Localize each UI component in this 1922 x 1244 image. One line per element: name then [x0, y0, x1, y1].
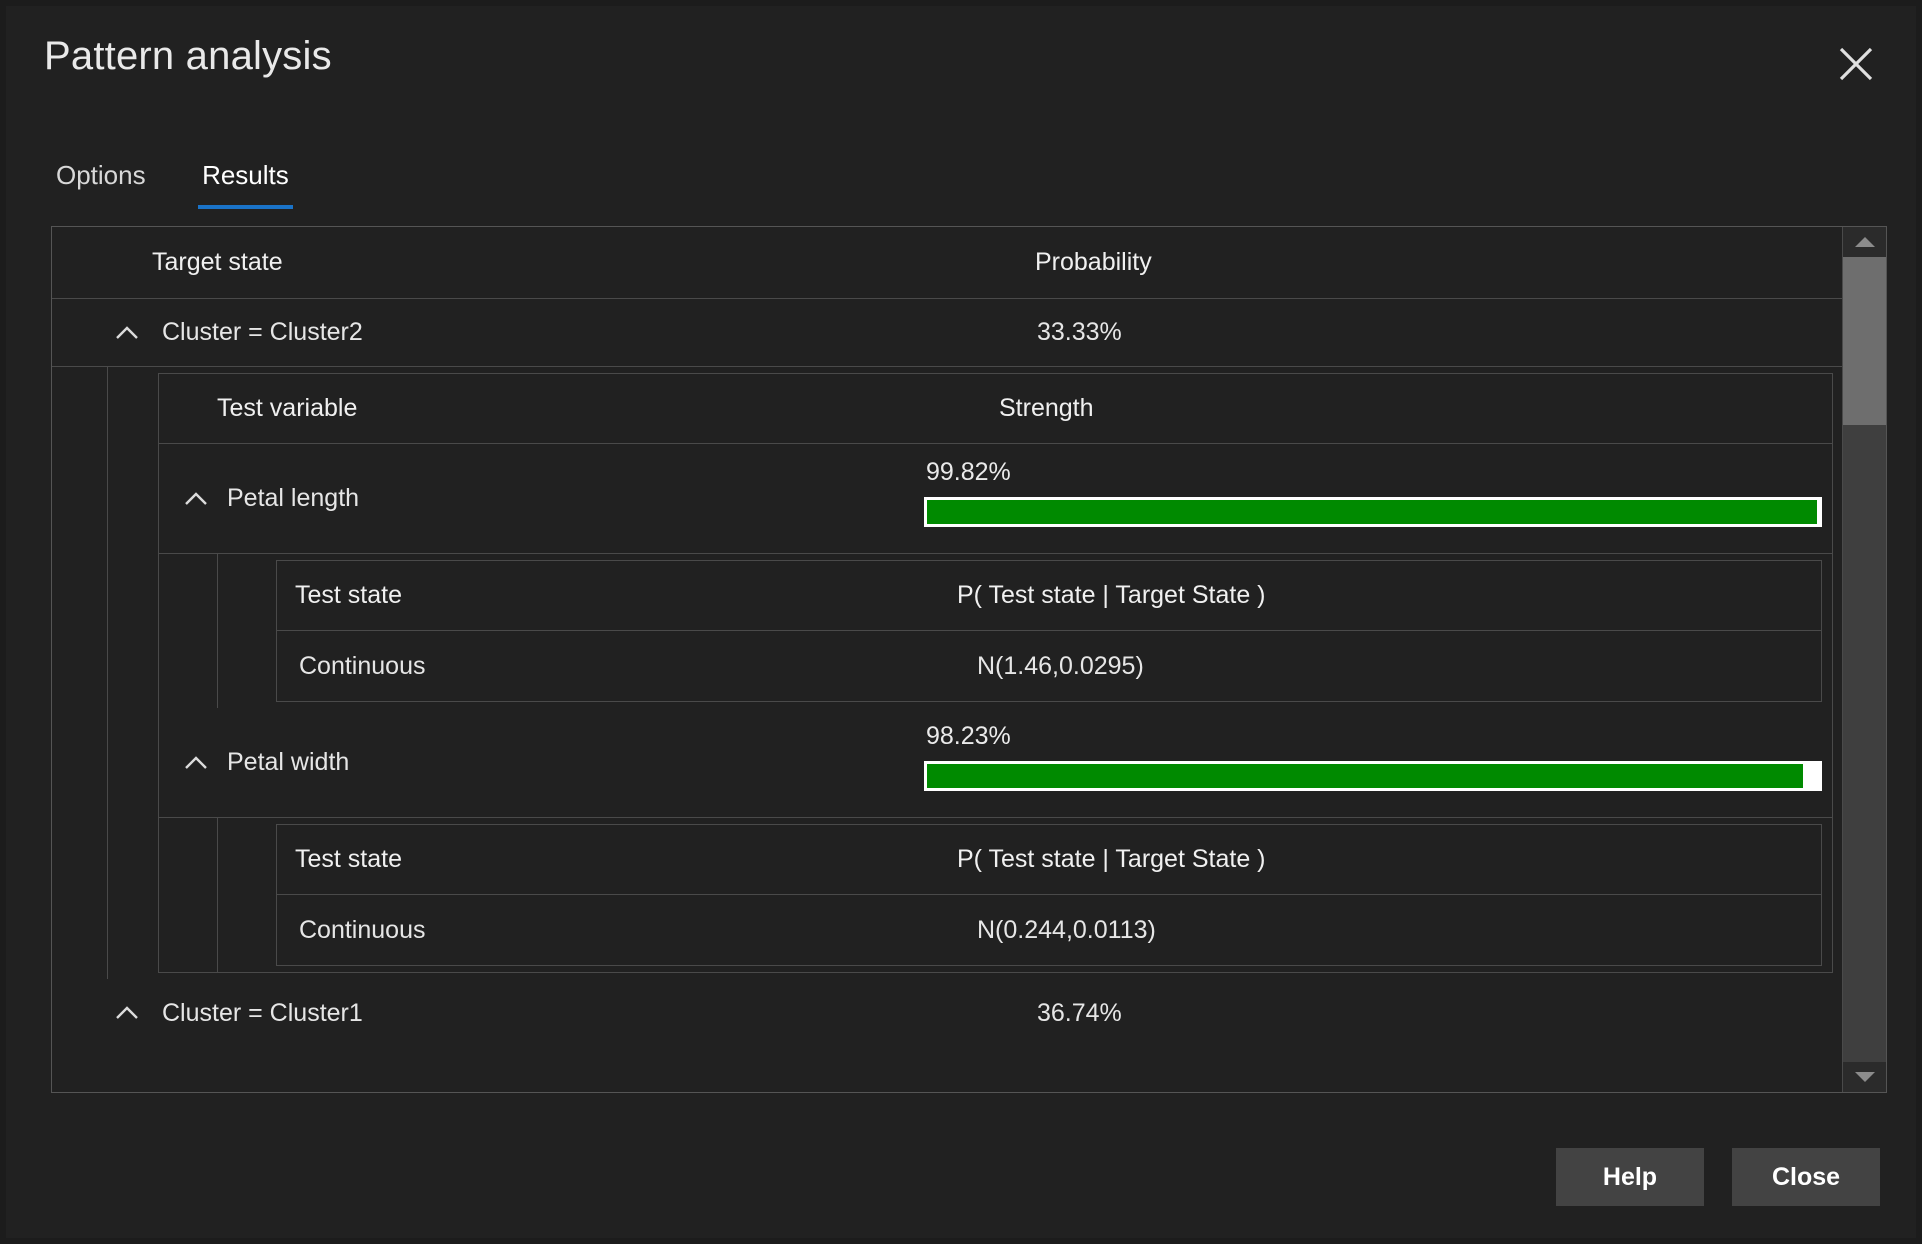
table-row[interactable]: Petal length 99.82%: [159, 444, 1832, 554]
tab-results[interactable]: Results: [190, 156, 301, 209]
nested-variables-container: Test variable Strength Petal length 99.8…: [107, 367, 1843, 979]
column-header-test-state: Test state: [295, 825, 402, 894]
strength-meter-petal-width: 98.23%: [924, 722, 1822, 791]
column-header-conditional: P( Test state | Target State ): [957, 561, 1266, 630]
column-header-strength: Strength: [999, 374, 1094, 443]
states-header-row: Test state P( Test state | Target State …: [277, 825, 1821, 895]
state-conditional-value: N(0.244,0.0113): [977, 895, 1156, 965]
variables-header-row: Test variable Strength: [159, 374, 1832, 444]
strength-bar-fill: [927, 500, 1817, 524]
chevron-up-icon[interactable]: [110, 996, 144, 1030]
variables-table: Test variable Strength Petal length 99.8…: [158, 373, 1833, 973]
state-label: Continuous: [299, 895, 425, 965]
strength-value-petal-length: 99.82%: [926, 458, 1822, 487]
help-button[interactable]: Help: [1556, 1148, 1704, 1206]
column-header-test-state: Test state: [295, 561, 402, 630]
results-tree-body: Target state Probability Cluster = Clust…: [52, 227, 1843, 1092]
group-probability-cluster1: 36.74%: [1037, 979, 1122, 1047]
tab-bar: Options Results: [44, 156, 329, 218]
group-label-cluster1: Cluster = Cluster1: [162, 979, 363, 1047]
variable-label-petal-length: Petal length: [227, 444, 359, 553]
strength-bar-track: [924, 497, 1822, 527]
pattern-analysis-dialog: Pattern analysis Options Results Target …: [0, 0, 1922, 1244]
close-button[interactable]: Close: [1732, 1148, 1880, 1206]
group-label-cluster2: Cluster = Cluster2: [162, 299, 363, 366]
column-header-target-state: Target state: [152, 227, 283, 298]
strength-bar-fill: [927, 764, 1803, 788]
close-icon[interactable]: [1828, 36, 1884, 92]
chevron-down-icon[interactable]: [1843, 1062, 1886, 1092]
tab-options[interactable]: Options: [44, 156, 158, 209]
dialog-titlebar: Pattern analysis: [6, 6, 1916, 116]
column-header-conditional: P( Test state | Target State ): [957, 825, 1266, 894]
column-header-test-variable: Test variable: [217, 374, 357, 443]
states-table: Test state P( Test state | Target State …: [276, 560, 1822, 702]
states-header-row: Test state P( Test state | Target State …: [277, 561, 1821, 631]
group-probability-cluster2: 33.33%: [1037, 299, 1122, 366]
chevron-up-icon[interactable]: [179, 746, 213, 780]
state-label: Continuous: [299, 631, 425, 701]
states-table: Test state P( Test state | Target State …: [276, 824, 1822, 966]
strength-meter-petal-length: 99.82%: [924, 458, 1822, 527]
results-tree-panel: Target state Probability Cluster = Clust…: [51, 226, 1887, 1093]
dialog-footer: Help Close: [1556, 1148, 1880, 1206]
target-state-header-row: Target state Probability: [52, 227, 1843, 299]
variable-label-petal-width: Petal width: [227, 708, 349, 817]
column-header-probability: Probability: [1035, 227, 1152, 298]
chevron-up-icon[interactable]: [1843, 227, 1886, 257]
table-row[interactable]: Petal width 98.23%: [159, 708, 1832, 818]
chevron-up-icon[interactable]: [179, 482, 213, 516]
table-row[interactable]: Continuous N(1.46,0.0295): [277, 631, 1821, 701]
table-row[interactable]: Cluster = Cluster2 33.33%: [52, 299, 1843, 367]
table-row[interactable]: Continuous N(0.244,0.0113): [277, 895, 1821, 965]
scrollbar-track[interactable]: [1843, 257, 1886, 1062]
vertical-scrollbar[interactable]: [1842, 227, 1886, 1092]
nested-states-container: Test state P( Test state | Target State …: [217, 554, 1832, 708]
chevron-up-icon[interactable]: [110, 316, 144, 350]
strength-bar-track: [924, 761, 1822, 791]
scrollbar-thumb[interactable]: [1843, 257, 1886, 425]
strength-value-petal-width: 98.23%: [926, 722, 1822, 751]
nested-states-container: Test state P( Test state | Target State …: [217, 818, 1832, 972]
state-conditional-value: N(1.46,0.0295): [977, 631, 1144, 701]
page-title: Pattern analysis: [44, 34, 332, 79]
table-row[interactable]: Cluster = Cluster1 36.74%: [52, 979, 1843, 1047]
